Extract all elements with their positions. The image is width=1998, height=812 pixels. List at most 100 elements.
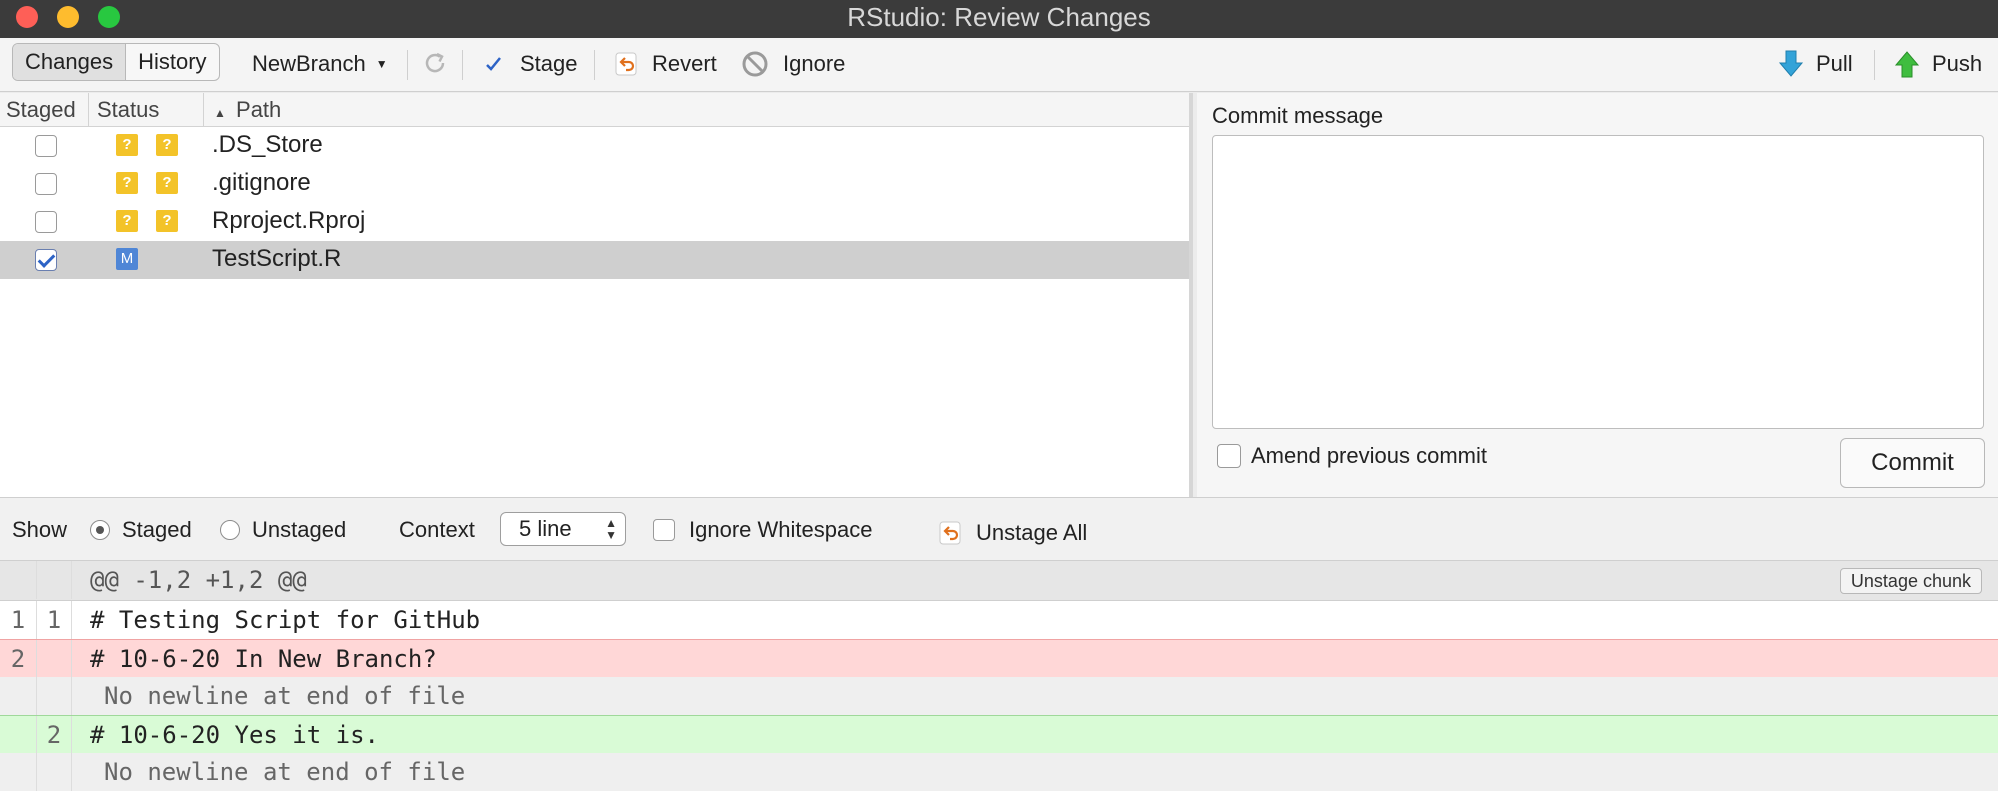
hunk-header-row: @@ -1,2 +1,2 @@ Unstage chunk — [0, 561, 1998, 601]
untracked-status-icon: ? — [116, 210, 138, 232]
push-label: Push — [1932, 51, 1983, 76]
toolbar-divider — [1874, 50, 1875, 80]
file-path: Rproject.Rproj — [212, 207, 366, 234]
revert-icon — [939, 521, 961, 545]
push-arrow-icon — [1894, 51, 1920, 78]
context-label: Context — [399, 517, 475, 542]
toolbar-divider — [462, 50, 463, 80]
column-header-status[interactable]: Status — [97, 97, 159, 123]
hunk-header: @@ -1,2 +1,2 @@ — [90, 566, 307, 594]
commit-message-input[interactable] — [1212, 135, 1984, 429]
column-header-staged[interactable]: Staged — [6, 97, 76, 123]
ignore-whitespace-checkbox[interactable] — [653, 519, 675, 541]
radio-unselected-icon — [220, 520, 240, 540]
pull-label: Pull — [1816, 51, 1853, 76]
file-row[interactable]: ? ? Rproject.Rproj — [0, 203, 1189, 241]
diff-line-text: # Testing Script for GitHub — [90, 606, 481, 634]
diff-options-bar: Show Staged Unstaged Context 5 line ▲ ▼ I… — [0, 497, 1998, 561]
ignore-label: Ignore — [783, 51, 846, 76]
staged-checkbox[interactable] — [35, 249, 57, 271]
checkmark-icon — [486, 57, 501, 71]
commit-button[interactable]: Commit — [1840, 438, 1985, 488]
refresh-button[interactable] — [420, 48, 450, 78]
no-newline-notice: No newline at end of file — [104, 758, 466, 786]
untracked-status-icon: ? — [156, 134, 178, 156]
ignore-whitespace-label: Ignore Whitespace — [689, 517, 873, 542]
branch-dropdown[interactable]: NewBranch ▼ — [252, 50, 388, 78]
tab-history[interactable]: History — [126, 44, 218, 80]
view-mode-toggle: Changes History — [12, 43, 220, 81]
chevron-down-icon: ▼ — [375, 57, 388, 71]
new-line-number — [36, 640, 72, 678]
untracked-status-icon: ? — [116, 134, 138, 156]
diff-line-context[interactable]: 1 1 # Testing Script for GitHub — [0, 601, 1998, 639]
unstaged-radio-label: Unstaged — [252, 517, 347, 542]
refresh-icon — [425, 52, 445, 73]
new-line-number: 2 — [36, 716, 72, 754]
diff-line-text: # 10-6-20 In New Branch? — [90, 645, 437, 673]
file-list-header: Staged Status ▲ Path — [0, 93, 1189, 127]
ignore-whitespace-toggle[interactable]: Ignore Whitespace — [653, 517, 872, 543]
title-bar: RStudio: Review Changes — [0, 0, 1998, 38]
pull-arrow-icon — [1778, 50, 1804, 77]
stage-label: Stage — [520, 51, 578, 76]
context-select[interactable]: 5 line ▲ ▼ — [500, 512, 626, 546]
revert-button[interactable]: Revert — [614, 50, 717, 78]
show-unstaged-radio[interactable]: Unstaged — [220, 517, 346, 543]
push-button[interactable]: Push — [1894, 50, 1982, 78]
file-row[interactable]: ? ? .gitignore — [0, 165, 1189, 203]
amend-label: Amend previous commit — [1251, 443, 1487, 468]
unstage-all-button[interactable]: Unstage All — [938, 520, 1087, 546]
untracked-status-icon: ? — [156, 172, 178, 194]
stage-button[interactable]: Stage — [482, 50, 578, 78]
unstage-all-label: Unstage All — [976, 520, 1088, 545]
untracked-status-icon: ? — [116, 172, 138, 194]
file-path: TestScript.R — [212, 245, 342, 272]
tab-changes[interactable]: Changes — [13, 44, 127, 80]
staged-radio-label: Staged — [122, 517, 192, 542]
file-row[interactable]: ? ? .DS_Store — [0, 127, 1189, 165]
old-line-number — [0, 716, 36, 754]
old-line-number: 2 — [10, 645, 26, 673]
toolbar-divider — [594, 50, 595, 80]
context-value: 5 line — [519, 516, 572, 541]
revert-icon — [615, 52, 637, 76]
file-path: .gitignore — [212, 169, 311, 196]
file-path: .DS_Store — [212, 131, 323, 158]
pull-button[interactable]: Pull — [1778, 50, 1853, 78]
old-line-number: 1 — [10, 606, 26, 634]
stepper-arrows-icon: ▲ ▼ — [605, 516, 617, 542]
diff-line-text: # 10-6-20 Yes it is. — [90, 721, 379, 749]
diff-line-deleted[interactable]: 2 # 10-6-20 In New Branch? — [0, 639, 1998, 678]
revert-label: Revert — [652, 51, 717, 76]
file-row-selected[interactable]: M TestScript.R — [0, 241, 1189, 279]
commit-message-label: Commit message — [1212, 103, 1384, 128]
changed-files-list: Staged Status ▲ Path ? ? .DS_Store ? ? .… — [0, 93, 1193, 497]
staged-checkbox[interactable] — [35, 211, 57, 233]
commit-pane: Commit message Amend previous commit Com… — [1197, 93, 1998, 497]
branch-name: NewBranch — [252, 51, 366, 76]
diff-view: @@ -1,2 +1,2 @@ Unstage chunk 1 1 # Test… — [0, 561, 1998, 812]
diff-line-no-newline: No newline at end of file — [0, 677, 1998, 715]
diff-line-no-newline: No newline at end of file — [0, 753, 1998, 791]
radio-selected-icon — [90, 520, 110, 540]
toolbar-divider — [407, 50, 408, 80]
amend-checkbox[interactable] — [1217, 444, 1241, 468]
staged-checkbox[interactable] — [35, 173, 57, 195]
untracked-status-icon: ? — [156, 210, 178, 232]
new-line-number: 1 — [36, 601, 72, 639]
toolbar: Changes History NewBranch ▼ Stage Revert — [0, 38, 1998, 92]
modified-status-icon: M — [116, 248, 138, 270]
unstage-chunk-button[interactable]: Unstage chunk — [1839, 568, 1982, 594]
no-newline-notice: No newline at end of file — [104, 682, 466, 710]
show-staged-radio[interactable]: Staged — [90, 517, 192, 543]
ignore-button[interactable]: Ignore — [741, 50, 845, 78]
sort-ascending-icon: ▲ — [214, 106, 226, 120]
column-header-path[interactable]: ▲ Path — [214, 97, 281, 123]
amend-commit-toggle[interactable]: Amend previous commit — [1217, 443, 1487, 469]
ignore-icon — [742, 51, 768, 77]
window-title: RStudio: Review Changes — [847, 2, 1151, 32]
staged-checkbox[interactable] — [35, 135, 57, 157]
diff-line-added[interactable]: 2 # 10-6-20 Yes it is. — [0, 715, 1998, 754]
show-label: Show — [12, 517, 68, 542]
